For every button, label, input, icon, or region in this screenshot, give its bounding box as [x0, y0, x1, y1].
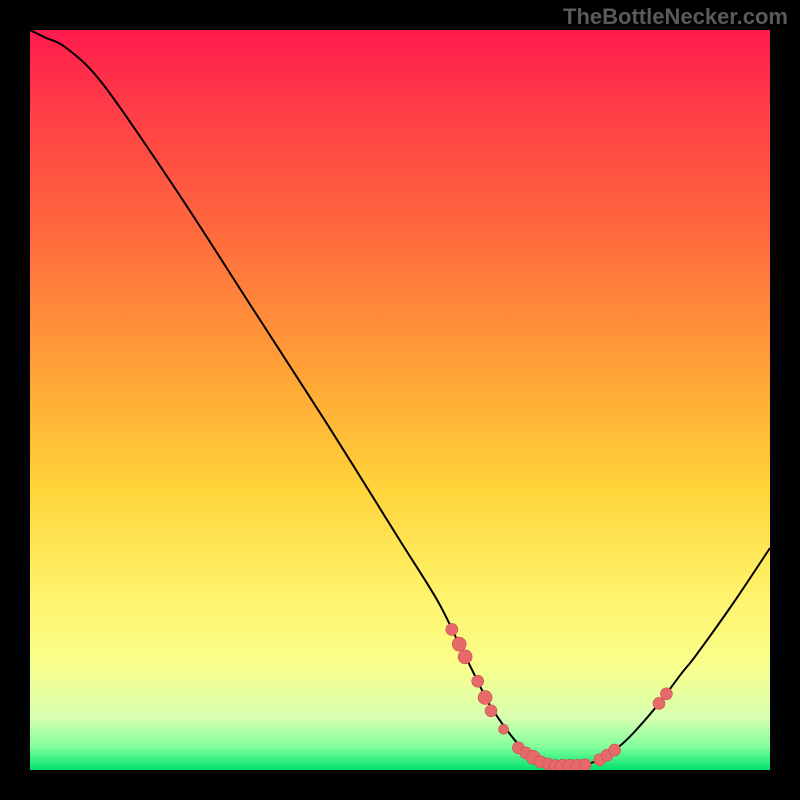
bottleneck-curve	[30, 30, 770, 767]
data-marker	[579, 759, 591, 770]
data-marker	[452, 637, 466, 651]
data-marker	[609, 744, 621, 756]
data-marker	[660, 688, 672, 700]
data-marker	[446, 623, 458, 635]
data-marker	[499, 724, 509, 734]
watermark-text: TheBottleNecker.com	[563, 4, 788, 30]
data-marker	[478, 690, 492, 704]
data-marker	[485, 705, 497, 717]
data-markers	[446, 623, 673, 770]
data-marker	[458, 650, 472, 664]
plot-area	[30, 30, 770, 770]
chart-svg	[30, 30, 770, 770]
data-marker	[472, 675, 484, 687]
